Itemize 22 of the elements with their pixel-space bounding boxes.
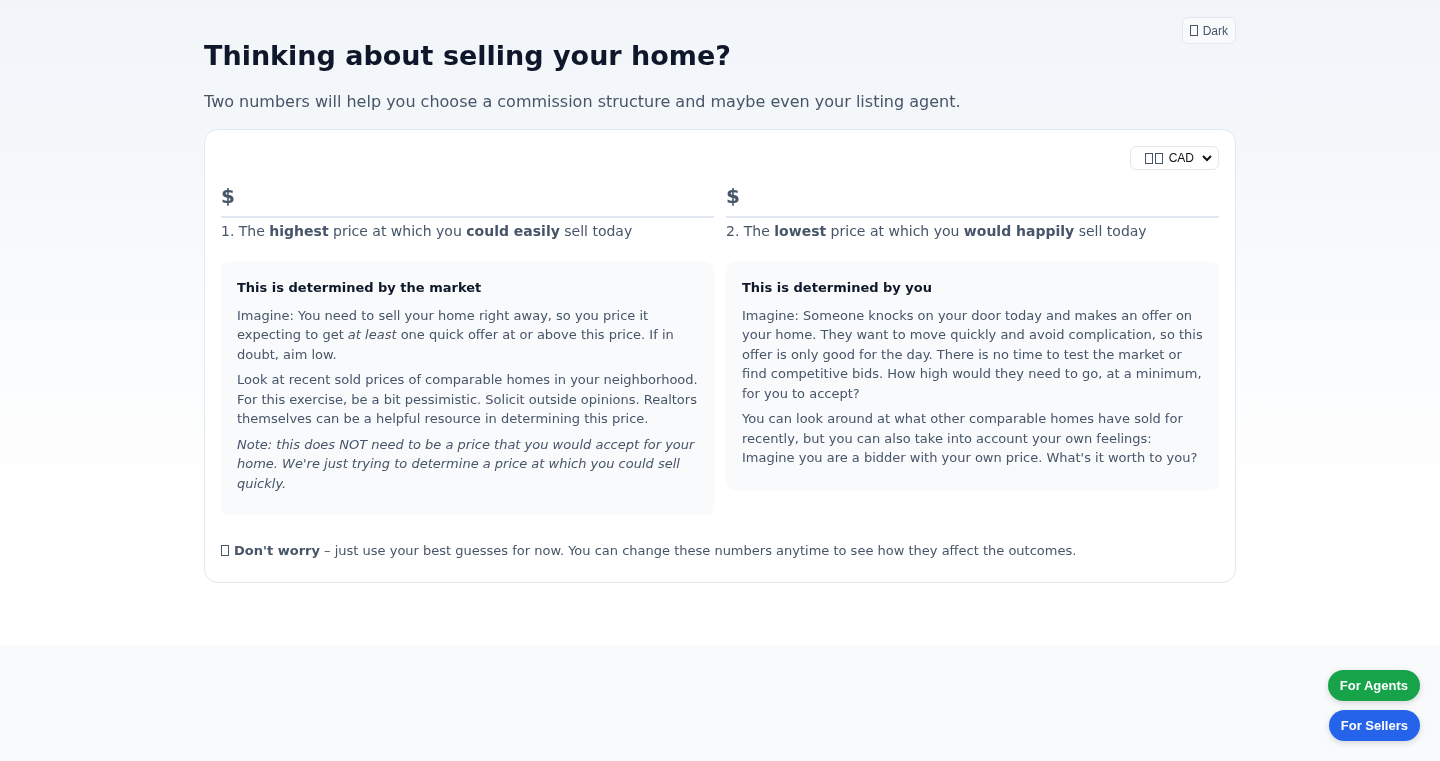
flag-icon <box>1154 152 1163 164</box>
info-paragraph: Look at recent sold prices of comparable homes in your neighborhood. For this exercise, be a bit pessimistic. Solicit outside opinions. Realtors themselves can be a helpful resource in determining this price. <box>237 371 698 428</box>
note-text: Don't worry – just use your best guesses for now. You can change these numbers anytime to see how they affect the outcomes. <box>234 543 1077 558</box>
info-heading: This is determined by you <box>742 279 933 297</box>
info-paragraph: You can look around at what other comparable homes have sold for recently, but you can also take into account your own feelings: Imagine you are a bidder with your own price. What's it worth to you? <box>742 410 1199 467</box>
info-paragraph: Imagine: You need to sell your home right away, so you price it expecting to get at least one quick offer at or above this price. If in doubt, aim low. <box>237 306 675 364</box>
role-button[interactable]: For Sellers <box>1328 710 1420 741</box>
chevron-icon <box>1202 154 1212 162</box>
mode-icon <box>1189 25 1198 36</box>
price-field[interactable]: $ <box>726 176 1219 218</box>
price-field[interactable]: $ <box>221 176 714 218</box>
page-title: Thinking about selling your home? <box>204 40 732 73</box>
info-heading: This is determined by the market <box>237 279 483 297</box>
currency-select[interactable]: CAD <box>1129 146 1219 170</box>
note-icon <box>221 545 229 556</box>
page-subtitle: Two numbers will help you choose a commission structure and maybe even your listing agent. <box>204 92 962 111</box>
flag-icon <box>1144 152 1153 164</box>
dark-mode-button[interactable]: Dark <box>1181 17 1236 44</box>
info-paragraph: Note: this does NOT need to be a price that you would accept for your home. We're just trying to determine a price at which you could sell quickly. <box>237 435 696 493</box>
info-paragraph: Imagine: Someone knocks on your door today and makes an offer on your home. They want to move quickly and avoid complication, so this offer is only good for the day. There is no time to test the market or find competitive bids. How high would they need to go, at a minimum, for you to accept? <box>742 306 1203 403</box>
price-label: 2. The lowest price at which you would happily sell today <box>726 223 1148 239</box>
price-label: 1. The highest price at which you could easily sell today <box>221 223 634 239</box>
